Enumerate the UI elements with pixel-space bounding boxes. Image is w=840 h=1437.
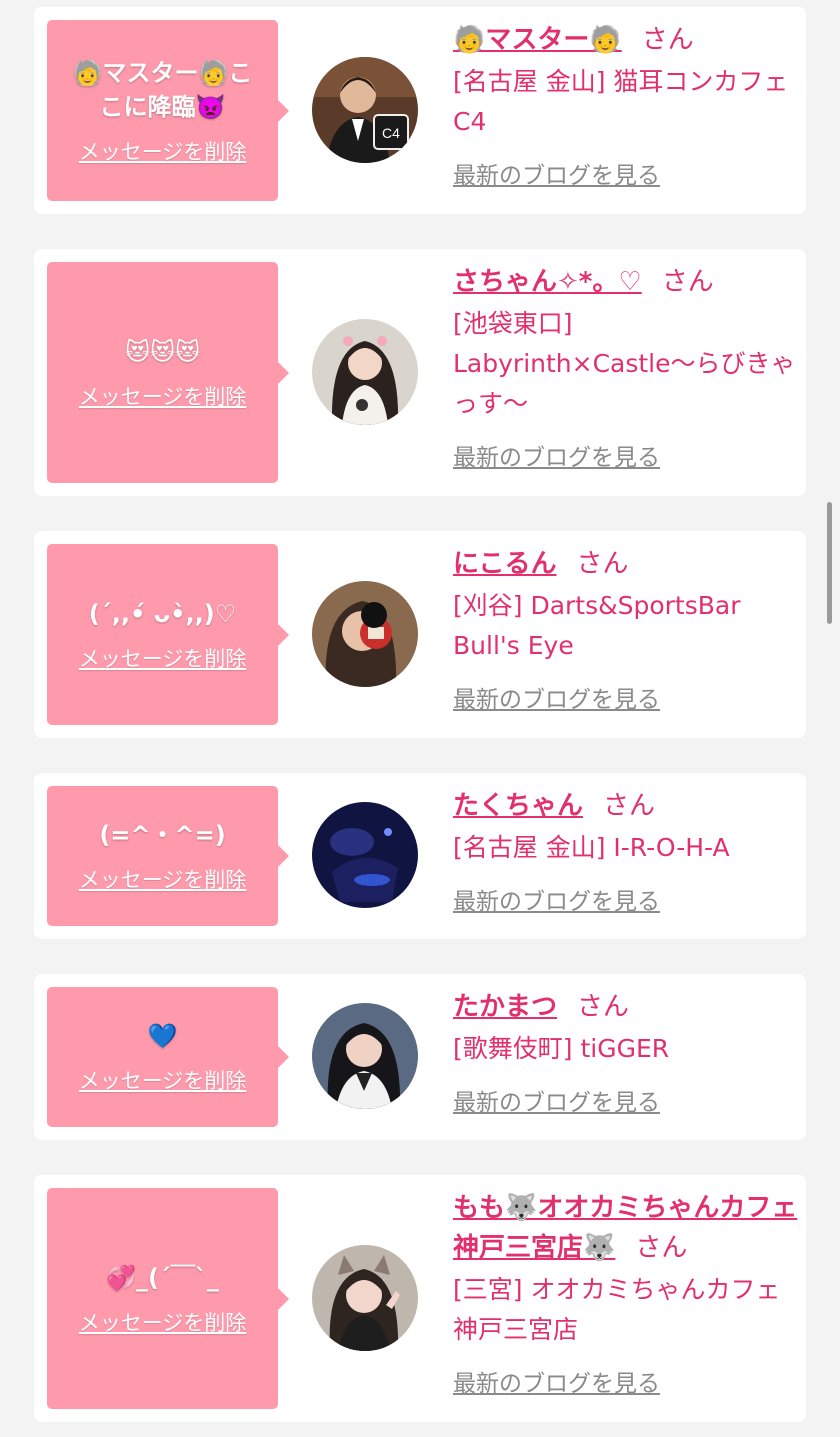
user-info: 🧓マスター🧓 さん [名古屋 金山] 猫耳コンカフェ C4 最新のブログを見る (453, 20, 798, 190)
message-bubble: 🧓マスター🧓ここに降臨👿 メッセージを削除 (47, 20, 289, 201)
message-text: 🧓マスター🧓ここに降臨👿 (72, 58, 253, 121)
user-name-link[interactable]: たかまつ (453, 992, 557, 1022)
user-info: たかまつ さん [歌舞伎町] tiGGER 最新のブログを見る (453, 987, 798, 1117)
message-bubble: 😻😻😻 メッセージを削除 (47, 262, 289, 483)
latest-blog-link[interactable]: 最新のブログを見る (453, 1083, 660, 1117)
user-info: もも🐺オオカミちゃんカフェ神戸三宮店🐺 さん [三宮] オオカミちゃんカフェ神戸三… (453, 1188, 798, 1398)
delete-message-link[interactable]: メッセージを削除 (79, 381, 247, 411)
avatar[interactable] (312, 802, 418, 908)
latest-blog-link[interactable]: 最新のブログを見る (453, 882, 660, 916)
scrollbar-thumb[interactable] (827, 502, 832, 624)
message-bubble: 💙 メッセージを削除 (47, 987, 289, 1127)
honorific: さん (635, 1233, 688, 1263)
message-card: 💙 メッセージを削除 たかまつ さん [歌舞伎町] tiGGER 最新のブログを見… (34, 974, 806, 1140)
latest-blog-link[interactable]: 最新のブログを見る (453, 156, 660, 190)
shop-name: [刈谷] Darts&SportsBar Bull's Eye (453, 591, 741, 660)
shop-name: [歌舞伎町] tiGGER (453, 1034, 670, 1063)
message-card: 🧓マスター🧓ここに降臨👿 メッセージを削除 C4 🧓マスター🧓 さん [名古屋 金… (34, 7, 806, 214)
svg-text:C4: C4 (382, 125, 400, 141)
user-name-line: もも🐺オオカミちゃんカフェ神戸三宮店🐺 さん (453, 1188, 798, 1268)
message-text: 💙 (147, 1022, 178, 1050)
message-text: 😻😻😻 (124, 337, 201, 366)
latest-blog-link[interactable]: 最新のブログを見る (453, 438, 660, 472)
message-card: (=^・^=) メッセージを削除 たくちゃん さん [名古屋 金山] I-R-O-… (34, 773, 806, 939)
user-name-link[interactable]: もも🐺オオカミちゃんカフェ神戸三宮店🐺 (453, 1193, 797, 1263)
avatar[interactable]: C4 (312, 57, 418, 163)
delete-message-link[interactable]: メッセージを削除 (79, 1307, 247, 1337)
shop-name: [池袋東口] Labyrinth×Castle〜らびきゃっす〜 (453, 309, 796, 418)
latest-blog-link[interactable]: 最新のブログを見る (453, 680, 660, 714)
user-name-line: たかまつ さん (453, 987, 798, 1027)
user-name-line: にこるん さん (453, 544, 798, 584)
avatar[interactable] (312, 1245, 418, 1351)
user-name-link[interactable]: にこるん (453, 549, 556, 579)
shop-name: [名古屋 金山] I-R-O-H-A (453, 833, 730, 862)
honorific: さん (641, 25, 694, 55)
delete-message-link[interactable]: メッセージを削除 (79, 136, 247, 166)
user-name-line: たくちゃん さん (453, 786, 798, 826)
latest-blog-link[interactable]: 最新のブログを見る (453, 1364, 660, 1398)
user-name-link[interactable]: たくちゃん (453, 791, 583, 821)
user-name-link[interactable]: 🧓マスター🧓 (453, 25, 622, 55)
message-text: (=^・^=) (99, 821, 226, 849)
message-bubble: (ˊ,,•́ ᴗ•̀,,)♡ メッセージを削除 (47, 544, 289, 725)
delete-message-link[interactable]: メッセージを削除 (79, 864, 247, 894)
delete-message-link[interactable]: メッセージを削除 (79, 1065, 247, 1095)
message-bubble: (=^・^=) メッセージを削除 (47, 786, 289, 926)
message-text: 💞_(´￣`_ (106, 1263, 219, 1292)
user-info: たくちゃん さん [名古屋 金山] I-R-O-H-A 最新のブログを見る (453, 786, 798, 916)
honorific: さん (661, 267, 714, 297)
user-name-line: 🧓マスター🧓 さん (453, 20, 798, 60)
delete-message-link[interactable]: メッセージを削除 (79, 643, 247, 673)
honorific: さん (576, 549, 629, 579)
user-info: にこるん さん [刈谷] Darts&SportsBar Bull's Eye 最… (453, 544, 798, 714)
honorific: さん (577, 992, 630, 1022)
message-card: 💞_(´￣`_ メッセージを削除 もも🐺オオカミちゃんカフェ神戸三宮店🐺 さん [… (34, 1175, 806, 1422)
shop-name: [三宮] オオカミちゃんカフェ神戸三宮店 (453, 1275, 781, 1344)
honorific: さん (603, 791, 656, 821)
user-name-line: さちゃん✧*。♡ さん (453, 262, 798, 302)
message-card: (ˊ,,•́ ᴗ•̀,,)♡ メッセージを削除 にこるん さん [刈谷] Dart… (34, 531, 806, 738)
avatar[interactable] (312, 1003, 418, 1109)
shop-name: [名古屋 金山] 猫耳コンカフェ C4 (453, 67, 789, 136)
user-name-link[interactable]: さちゃん✧*。♡ (453, 267, 642, 297)
message-bubble: 💞_(´￣`_ メッセージを削除 (47, 1188, 289, 1409)
avatar[interactable] (312, 581, 418, 687)
message-text: (ˊ,,•́ ᴗ•̀,,)♡ (88, 599, 237, 628)
message-card: 😻😻😻 メッセージを削除 さちゃん✧*。♡ さん [池袋東口] Labyrinth… (34, 249, 806, 496)
user-info: さちゃん✧*。♡ さん [池袋東口] Labyrinth×Castle〜らびきゃっ… (453, 262, 798, 472)
avatar[interactable] (312, 319, 418, 425)
